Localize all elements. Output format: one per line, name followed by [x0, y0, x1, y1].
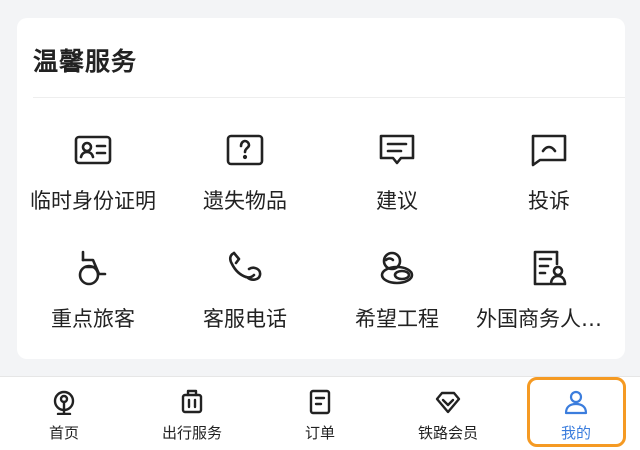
- lost-item-icon: [223, 128, 267, 172]
- service-label: 建议: [376, 189, 418, 213]
- foreign-business-icon: [527, 246, 571, 290]
- tab-label: 首页: [48, 424, 79, 442]
- service-suggestion[interactable]: 建议: [321, 121, 473, 239]
- id-card-icon: [71, 128, 115, 172]
- card-title: 温馨服务: [33, 47, 138, 76]
- phone-icon: [223, 246, 267, 290]
- bottom-tab-bar: 首页 出行服务 订单 铁路会员 我的: [0, 376, 640, 450]
- tab-home[interactable]: 首页: [0, 377, 128, 450]
- warm-services-card: 温馨服务 临时身份证明 遗失物品 建议 投诉 重点旅客 客服电话 希望工程 外国…: [17, 18, 625, 359]
- diamond-icon: [433, 387, 463, 417]
- railway-logo-icon: [49, 387, 79, 417]
- service-label: 外国商务人士服务: [476, 307, 622, 331]
- service-lost-items[interactable]: 遗失物品: [169, 121, 321, 239]
- service-label: 希望工程: [355, 307, 439, 331]
- tab-railway-membership[interactable]: 铁路会员: [384, 377, 512, 450]
- service-label: 遗失物品: [203, 189, 287, 213]
- wheelchair-icon: [71, 246, 115, 290]
- tab-label: 铁路会员: [417, 424, 478, 442]
- services-grid: 临时身份证明 遗失物品 建议 投诉 重点旅客 客服电话 希望工程 外国商务人士服: [17, 121, 625, 357]
- suggestion-icon: [375, 128, 419, 172]
- service-temporary-id[interactable]: 临时身份证明: [17, 121, 169, 239]
- luggage-icon: [177, 387, 207, 417]
- service-foreign-business[interactable]: 外国商务人士服务: [473, 239, 625, 357]
- tab-orders[interactable]: 订单: [256, 377, 384, 450]
- service-label: 客服电话: [203, 307, 287, 331]
- order-icon: [305, 387, 335, 417]
- tab-label: 订单: [304, 424, 335, 442]
- service-priority-passenger[interactable]: 重点旅客: [17, 239, 169, 357]
- service-label: 重点旅客: [51, 307, 135, 331]
- divider: [33, 97, 625, 98]
- tab-my-account[interactable]: 我的: [512, 377, 640, 450]
- service-hope-project[interactable]: 希望工程: [321, 239, 473, 357]
- hope-project-icon: [375, 246, 419, 290]
- tab-travel-services[interactable]: 出行服务: [128, 377, 256, 450]
- service-label: 投诉: [528, 189, 570, 213]
- service-label: 临时身份证明: [30, 189, 156, 213]
- service-customer-hotline[interactable]: 客服电话: [169, 239, 321, 357]
- tab-label: 我的: [560, 424, 591, 442]
- service-complaint[interactable]: 投诉: [473, 121, 625, 239]
- complaint-icon: [527, 128, 571, 172]
- tab-label: 出行服务: [161, 424, 222, 442]
- profile-icon: [561, 387, 591, 417]
